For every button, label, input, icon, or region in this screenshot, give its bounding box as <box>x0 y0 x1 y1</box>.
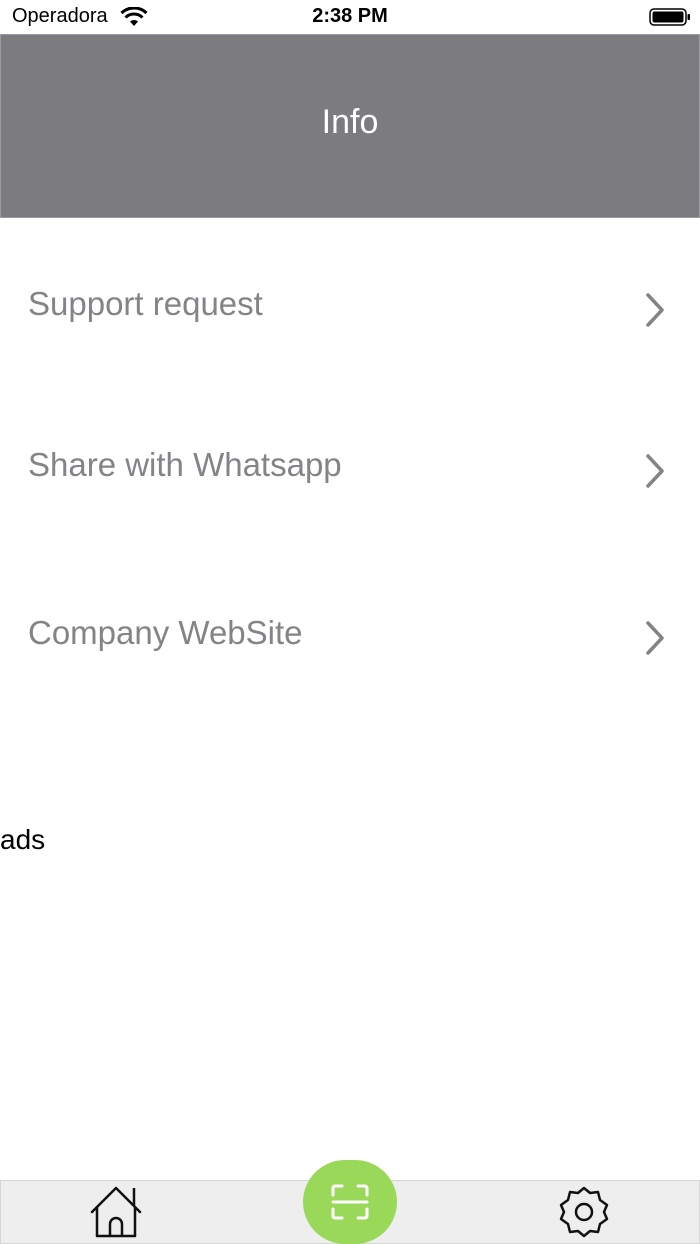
clock: 2:38 PM <box>312 5 388 27</box>
menu-item-label: Company WebSite <box>28 614 303 651</box>
chevron-right-icon <box>646 454 664 488</box>
menu-item-label: Support request <box>28 285 263 322</box>
chevron-right-icon <box>646 621 664 655</box>
battery-icon <box>649 8 690 26</box>
page-title: Info <box>321 103 379 141</box>
menu-item-label: Share with Whatsapp <box>28 446 342 483</box>
menu-item-company-website[interactable]: Company WebSite <box>0 574 700 694</box>
ads-placeholder: ads <box>0 824 46 855</box>
home-icon[interactable] <box>88 1184 144 1240</box>
menu-item-support-request[interactable]: Support request <box>0 246 700 366</box>
navigation-bar: Info <box>0 34 700 218</box>
status-bar: Operadora 2:38 PM <box>0 0 700 34</box>
scan-button[interactable] <box>303 1160 397 1244</box>
gear-icon[interactable] <box>556 1184 612 1240</box>
menu-item-share-whatsapp[interactable]: Share with Whatsapp <box>0 406 700 526</box>
scan-icon <box>331 1184 369 1220</box>
chevron-right-icon <box>646 293 664 327</box>
